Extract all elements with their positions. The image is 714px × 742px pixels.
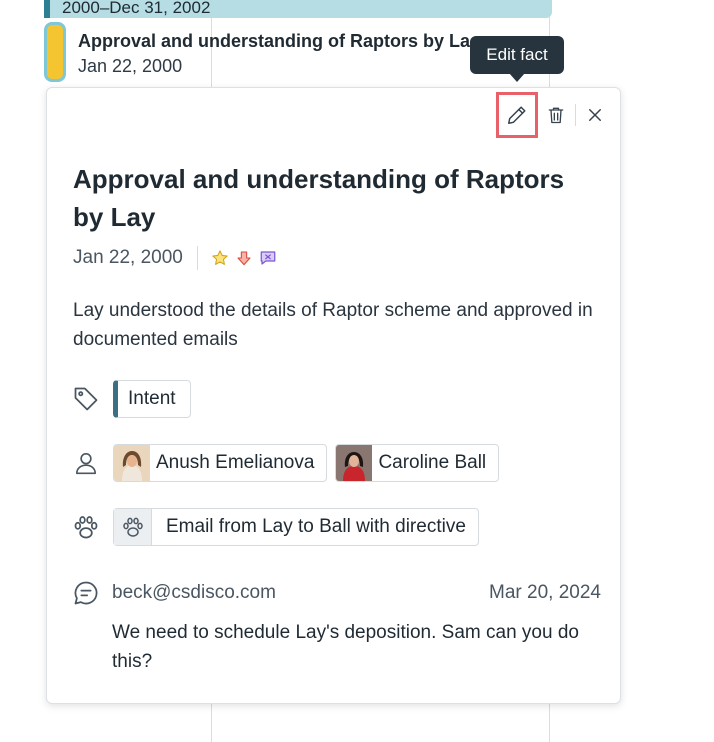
- evidence-label: Email from Lay to Ball with directive: [166, 516, 466, 537]
- timeline-range-label: 2000–Dec 31, 2002: [62, 0, 211, 17]
- meta-divider: [196, 246, 198, 270]
- close-popover-button[interactable]: [574, 92, 616, 138]
- evidence-row: Email from Lay to Ball with directive: [71, 508, 479, 546]
- comment-item: beck@csdisco.com Mar 20, 2024 We need to…: [71, 578, 601, 676]
- tooltip-text: Edit fact: [486, 45, 548, 64]
- timeline-fact-marker: [44, 22, 66, 82]
- fact-date: Jan 22, 2000: [73, 247, 183, 268]
- fact-description: Lay understood the details of Raptor sch…: [73, 300, 593, 350]
- people-row: Anush Emelianova Caroline Ball: [71, 444, 507, 482]
- paw-icon: [71, 512, 101, 542]
- timeline-fact-date: Jan 22, 2000: [78, 56, 183, 76]
- person-name: Caroline Ball: [378, 452, 487, 473]
- timeline-fact-title: Approval and understanding of Raptors by…: [78, 31, 471, 51]
- trash-icon: [548, 107, 564, 124]
- comment-author: beck@csdisco.com: [112, 582, 276, 603]
- person-chip[interactable]: Caroline Ball: [335, 444, 500, 482]
- star-icon[interactable]: [210, 248, 230, 268]
- tag-icon: [71, 384, 101, 414]
- fact-detail-popover: Approval and understanding of Raptors by…: [46, 87, 621, 704]
- delete-fact-button[interactable]: [535, 92, 577, 138]
- comment-text: We need to schedule Lay's deposition. Sa…: [112, 622, 579, 672]
- chat-flag-icon[interactable]: [258, 248, 278, 268]
- issues-row: Intent: [71, 380, 191, 418]
- issue-tag-label: Intent: [128, 388, 176, 409]
- issue-tag-chip[interactable]: Intent: [113, 380, 191, 418]
- comment-icon: [71, 578, 101, 608]
- person-name: Anush Emelianova: [156, 452, 315, 473]
- avatar: [336, 445, 373, 481]
- edit-fact-button[interactable]: [496, 92, 538, 138]
- edit-fact-tooltip: Edit fact: [470, 36, 564, 74]
- tooltip-arrow: [509, 73, 525, 82]
- timeline-fact-item[interactable]: Approval and understanding of Raptors by…: [44, 22, 524, 82]
- person-chip[interactable]: Anush Emelianova: [113, 444, 328, 482]
- paw-icon: [114, 509, 152, 545]
- fact-meta-row: Jan 22, 2000: [73, 244, 282, 272]
- close-icon: [589, 109, 601, 121]
- avatar: [114, 445, 150, 481]
- comment-date: Mar 20, 2024: [489, 582, 601, 603]
- fact-title: Approval and understanding of Raptors by…: [73, 164, 565, 232]
- arrow-down-icon[interactable]: [234, 248, 254, 268]
- pencil-icon: [508, 106, 526, 124]
- person-icon: [71, 448, 101, 478]
- evidence-chip[interactable]: Email from Lay to Ball with directive: [113, 508, 479, 546]
- timeline-range-bar[interactable]: 2000–Dec 31, 2002: [44, 0, 552, 18]
